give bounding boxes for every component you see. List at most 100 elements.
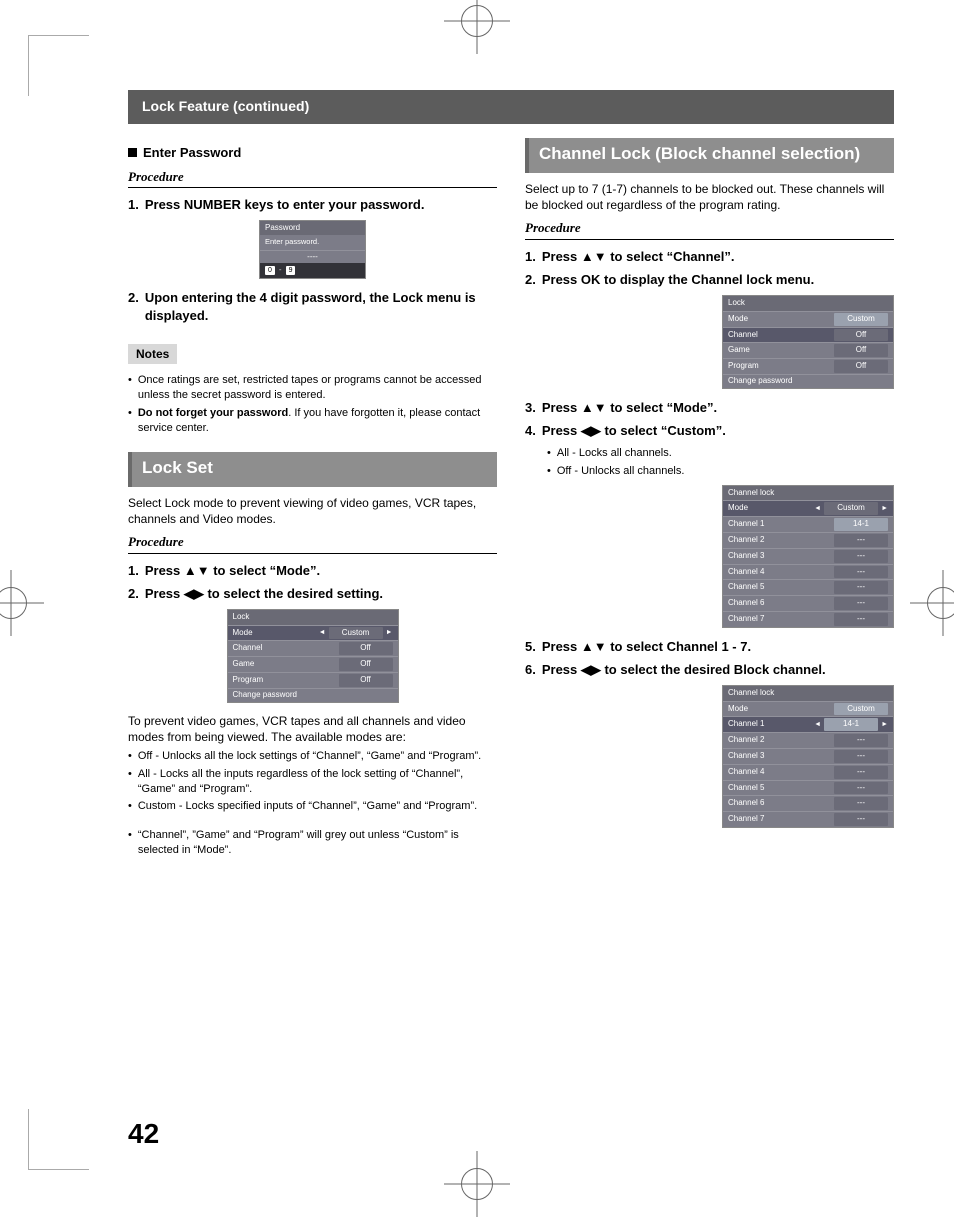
osd-title: Password	[260, 221, 365, 236]
osd-title: Channel lock	[723, 686, 893, 701]
mode-text: All - Locks all the inputs regardless of…	[138, 767, 497, 797]
osd-label: Channel 7	[728, 814, 834, 825]
procedure-label: Procedure	[128, 168, 497, 189]
registration-mark-icon	[0, 587, 27, 619]
step-number: 1.	[128, 562, 139, 580]
osd-value: 14-1	[824, 718, 878, 731]
left-arrow-icon: ◄	[814, 504, 821, 513]
bullet-icon: •	[128, 373, 132, 403]
procedure-label: Procedure	[128, 533, 497, 554]
crop-mark	[28, 35, 89, 96]
osd-row: GameOff	[228, 656, 398, 672]
osd-row: ModeCustom	[723, 701, 893, 717]
osd-label: Channel 5	[728, 783, 834, 794]
osd-label: Channel 2	[728, 535, 834, 546]
osd-row: ChannelOff	[228, 640, 398, 656]
step: 1. Press ▲▼ to select “Mode”.	[128, 562, 497, 580]
osd-row: ChannelOff	[723, 327, 893, 343]
osd-label: Channel 1	[728, 519, 834, 530]
osd-label: Channel 3	[728, 751, 834, 762]
registration-mark-icon	[461, 1168, 493, 1200]
osd-label: Channel 3	[728, 551, 834, 562]
osd-row: Channel 3---	[723, 748, 893, 764]
step: 2. Press ◀▶ to select the desired settin…	[128, 585, 497, 603]
osd-value: Custom	[329, 627, 383, 640]
osd-row: Channel 6---	[723, 595, 893, 611]
osd-value: ---	[834, 750, 888, 763]
procedure-label: Procedure	[525, 219, 894, 240]
registration-mark-icon	[927, 587, 954, 619]
page-header: Lock Feature (continued)	[128, 90, 894, 124]
left-arrow-icon: ◄	[319, 628, 326, 637]
osd-value: Off	[339, 658, 393, 671]
osd-value: Off	[834, 360, 888, 373]
right-column: Channel Lock (Block channel selection) S…	[525, 138, 894, 861]
osd-label: Channel 2	[728, 735, 834, 746]
osd-label: Mode	[728, 704, 834, 715]
mode-item: •All - Locks all the inputs regardless o…	[128, 767, 497, 797]
osd-label: Channel 6	[728, 798, 834, 809]
osd-label: Channel 7	[728, 614, 834, 625]
osd-row: Channel 4---	[723, 564, 893, 580]
sub-text: Off - Unlocks all channels.	[557, 464, 685, 479]
osd-row: GameOff	[723, 342, 893, 358]
osd-lock-panel: LockMode◄Custom►ChannelOffGameOffProgram…	[227, 609, 399, 703]
osd-row: Mode◄Custom►	[228, 625, 398, 641]
osd-label: Channel 6	[728, 598, 834, 609]
step-text: Press ▲▼ to select “Mode”.	[145, 562, 497, 580]
bullet-icon: •	[128, 828, 132, 858]
square-bullet-icon	[128, 148, 137, 157]
step-text: Press NUMBER keys to enter your password…	[145, 196, 497, 214]
osd-label: Mode	[233, 628, 319, 639]
password-placeholder: ----	[307, 252, 318, 263]
channel-lock-heading: Channel Lock (Block channel selection)	[525, 138, 894, 173]
osd-value: Custom	[834, 703, 888, 716]
osd-label: Channel	[728, 330, 834, 341]
osd-label: Mode	[728, 503, 814, 514]
osd-title: Lock	[228, 610, 398, 625]
body-text: To prevent video games, VCR tapes and al…	[128, 713, 497, 745]
lock-set-heading: Lock Set	[128, 452, 497, 487]
osd-value: ---	[834, 581, 888, 594]
osd-value: ---	[834, 613, 888, 626]
osd-label: Game	[233, 659, 339, 670]
osd-value-row: ----	[260, 250, 365, 264]
mode-text: Off - Unlocks all the lock settings of “…	[138, 749, 481, 764]
osd-row: ModeCustom	[723, 311, 893, 327]
bullet-icon: •	[128, 406, 132, 436]
osd-label: Game	[728, 345, 834, 356]
osd-row: Channel 2---	[723, 532, 893, 548]
body-text: Select up to 7 (1-7) channels to be bloc…	[525, 181, 894, 213]
osd-value: Custom	[824, 502, 878, 515]
osd-row: ProgramOff	[723, 358, 893, 374]
step-text: Press ▲▼ to select “Channel”.	[542, 248, 894, 266]
body-text: Select Lock mode to prevent viewing of v…	[128, 495, 497, 527]
note-text: “Channel”, ”Game” and “Program” will gre…	[138, 828, 497, 858]
osd-label: Program	[233, 675, 339, 686]
page-number: 42	[128, 1118, 159, 1150]
osd-value: Custom	[834, 313, 888, 326]
step-text: Press ◀▶ to select “Custom”.	[542, 422, 894, 440]
mode-text: Custom - Locks specified inputs of “Chan…	[138, 799, 477, 814]
osd-row: Channel 2---	[723, 732, 893, 748]
osd-label: Change password	[233, 690, 393, 701]
bullet-icon: •	[547, 446, 551, 461]
osd-title: Channel lock	[723, 486, 893, 501]
osd-key-hint: 0 - 9	[260, 263, 365, 278]
step-text: Press ▲▼ to select Channel 1 - 7.	[542, 638, 894, 656]
osd-row: Change password	[723, 374, 893, 388]
right-arrow-icon: ►	[386, 628, 393, 637]
step-number: 5.	[525, 638, 536, 656]
sub-item: •All - Locks all channels.	[547, 446, 894, 461]
note-item: •“Channel”, ”Game” and “Program” will gr…	[128, 828, 497, 858]
step: 2.Press OK to display the Channel lock m…	[525, 271, 894, 289]
step-number: 1.	[525, 248, 536, 266]
bullet-icon: •	[547, 464, 551, 479]
sub-item: • Off - Unlocks all channels.	[547, 464, 894, 479]
osd-title: Lock	[723, 296, 893, 311]
osd-label: Channel 5	[728, 582, 834, 593]
step-number: 2.	[128, 585, 139, 603]
step: 1. Press ▲▼ to select “Channel”.	[525, 248, 894, 266]
osd-label: Channel 4	[728, 567, 834, 578]
note-text: Once ratings are set, restricted tapes o…	[138, 373, 497, 403]
